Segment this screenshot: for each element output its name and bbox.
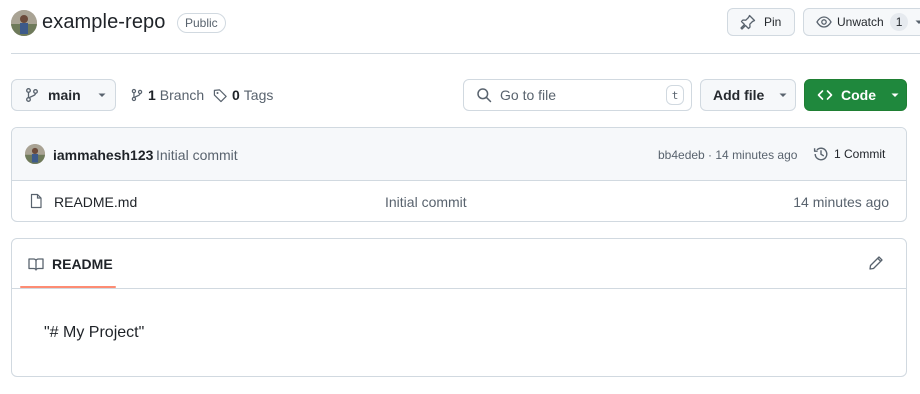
code-button[interactable]: Code bbox=[804, 79, 907, 111]
file-updated-time: 14 minutes ago bbox=[793, 194, 889, 210]
tags-count: 0 bbox=[232, 87, 240, 103]
chevron-down-icon bbox=[778, 90, 788, 100]
tags-label: Tags bbox=[243, 87, 274, 103]
chevron-down-icon bbox=[914, 17, 920, 27]
repo-name[interactable]: example-repo bbox=[42, 11, 166, 34]
pencil-icon bbox=[868, 255, 884, 271]
branch-selector[interactable]: main bbox=[11, 79, 116, 111]
table-row[interactable]: README.md Initial commit 14 minutes ago bbox=[12, 181, 906, 221]
code-icon bbox=[817, 87, 833, 103]
readme-tab-label: README bbox=[52, 256, 113, 272]
book-icon bbox=[28, 256, 44, 272]
visibility-badge: Public bbox=[177, 13, 226, 33]
branch-name: main bbox=[48, 87, 81, 103]
tags-link[interactable]: 0 Tags bbox=[213, 87, 273, 103]
search-placeholder: Go to file bbox=[500, 87, 557, 103]
commits-count-label: 1 Commit bbox=[834, 147, 886, 161]
pin-icon bbox=[740, 14, 756, 30]
git-branch-icon bbox=[130, 88, 144, 102]
branches-link[interactable]: 1 Branch bbox=[130, 87, 204, 103]
watch-label: Unwatch bbox=[837, 15, 884, 29]
pin-button[interactable]: Pin bbox=[727, 8, 795, 36]
file-browser: iammahesh123 Initial commit bb4edeb · 14… bbox=[11, 127, 907, 222]
readme-tab[interactable]: README bbox=[28, 256, 113, 272]
readme-content: "# My Project" bbox=[44, 324, 145, 341]
header-divider bbox=[11, 53, 920, 54]
pin-label: Pin bbox=[764, 15, 782, 29]
search-shortcut-key: t bbox=[666, 85, 684, 105]
file-commit-message[interactable]: Initial commit bbox=[385, 194, 467, 210]
branches-count: 1 bbox=[148, 87, 156, 103]
watch-count: 1 bbox=[889, 13, 909, 31]
branches-label: Branch bbox=[159, 87, 205, 103]
commits-history-link[interactable]: 1 Commit bbox=[813, 146, 885, 162]
commit-author[interactable]: iammahesh123 bbox=[53, 147, 153, 163]
history-icon bbox=[813, 146, 829, 162]
tag-icon bbox=[213, 88, 228, 103]
add-file-button[interactable]: Add file bbox=[700, 79, 796, 111]
chevron-down-icon bbox=[890, 90, 900, 100]
eye-icon bbox=[816, 14, 832, 30]
search-icon bbox=[476, 87, 492, 103]
latest-commit-row: iammahesh123 Initial commit bb4edeb · 14… bbox=[12, 128, 906, 181]
code-label: Code bbox=[841, 87, 876, 103]
author-avatar[interactable] bbox=[25, 144, 45, 164]
readme-divider bbox=[12, 288, 906, 289]
chevron-down-icon bbox=[97, 90, 107, 100]
edit-readme-button[interactable] bbox=[868, 255, 884, 271]
commit-sha-time[interactable]: bb4edeb · 14 minutes ago bbox=[658, 148, 797, 162]
watch-button[interactable]: Unwatch 1 bbox=[803, 8, 920, 36]
commit-message[interactable]: Initial commit bbox=[156, 147, 238, 163]
readme-panel: README "# My Project" bbox=[11, 238, 907, 377]
owner-avatar[interactable] bbox=[11, 10, 37, 36]
file-icon bbox=[28, 193, 44, 209]
go-to-file-search[interactable]: Go to file t bbox=[463, 79, 692, 111]
git-branch-icon bbox=[24, 87, 40, 103]
file-name[interactable]: README.md bbox=[54, 194, 137, 210]
add-file-label: Add file bbox=[713, 87, 765, 103]
